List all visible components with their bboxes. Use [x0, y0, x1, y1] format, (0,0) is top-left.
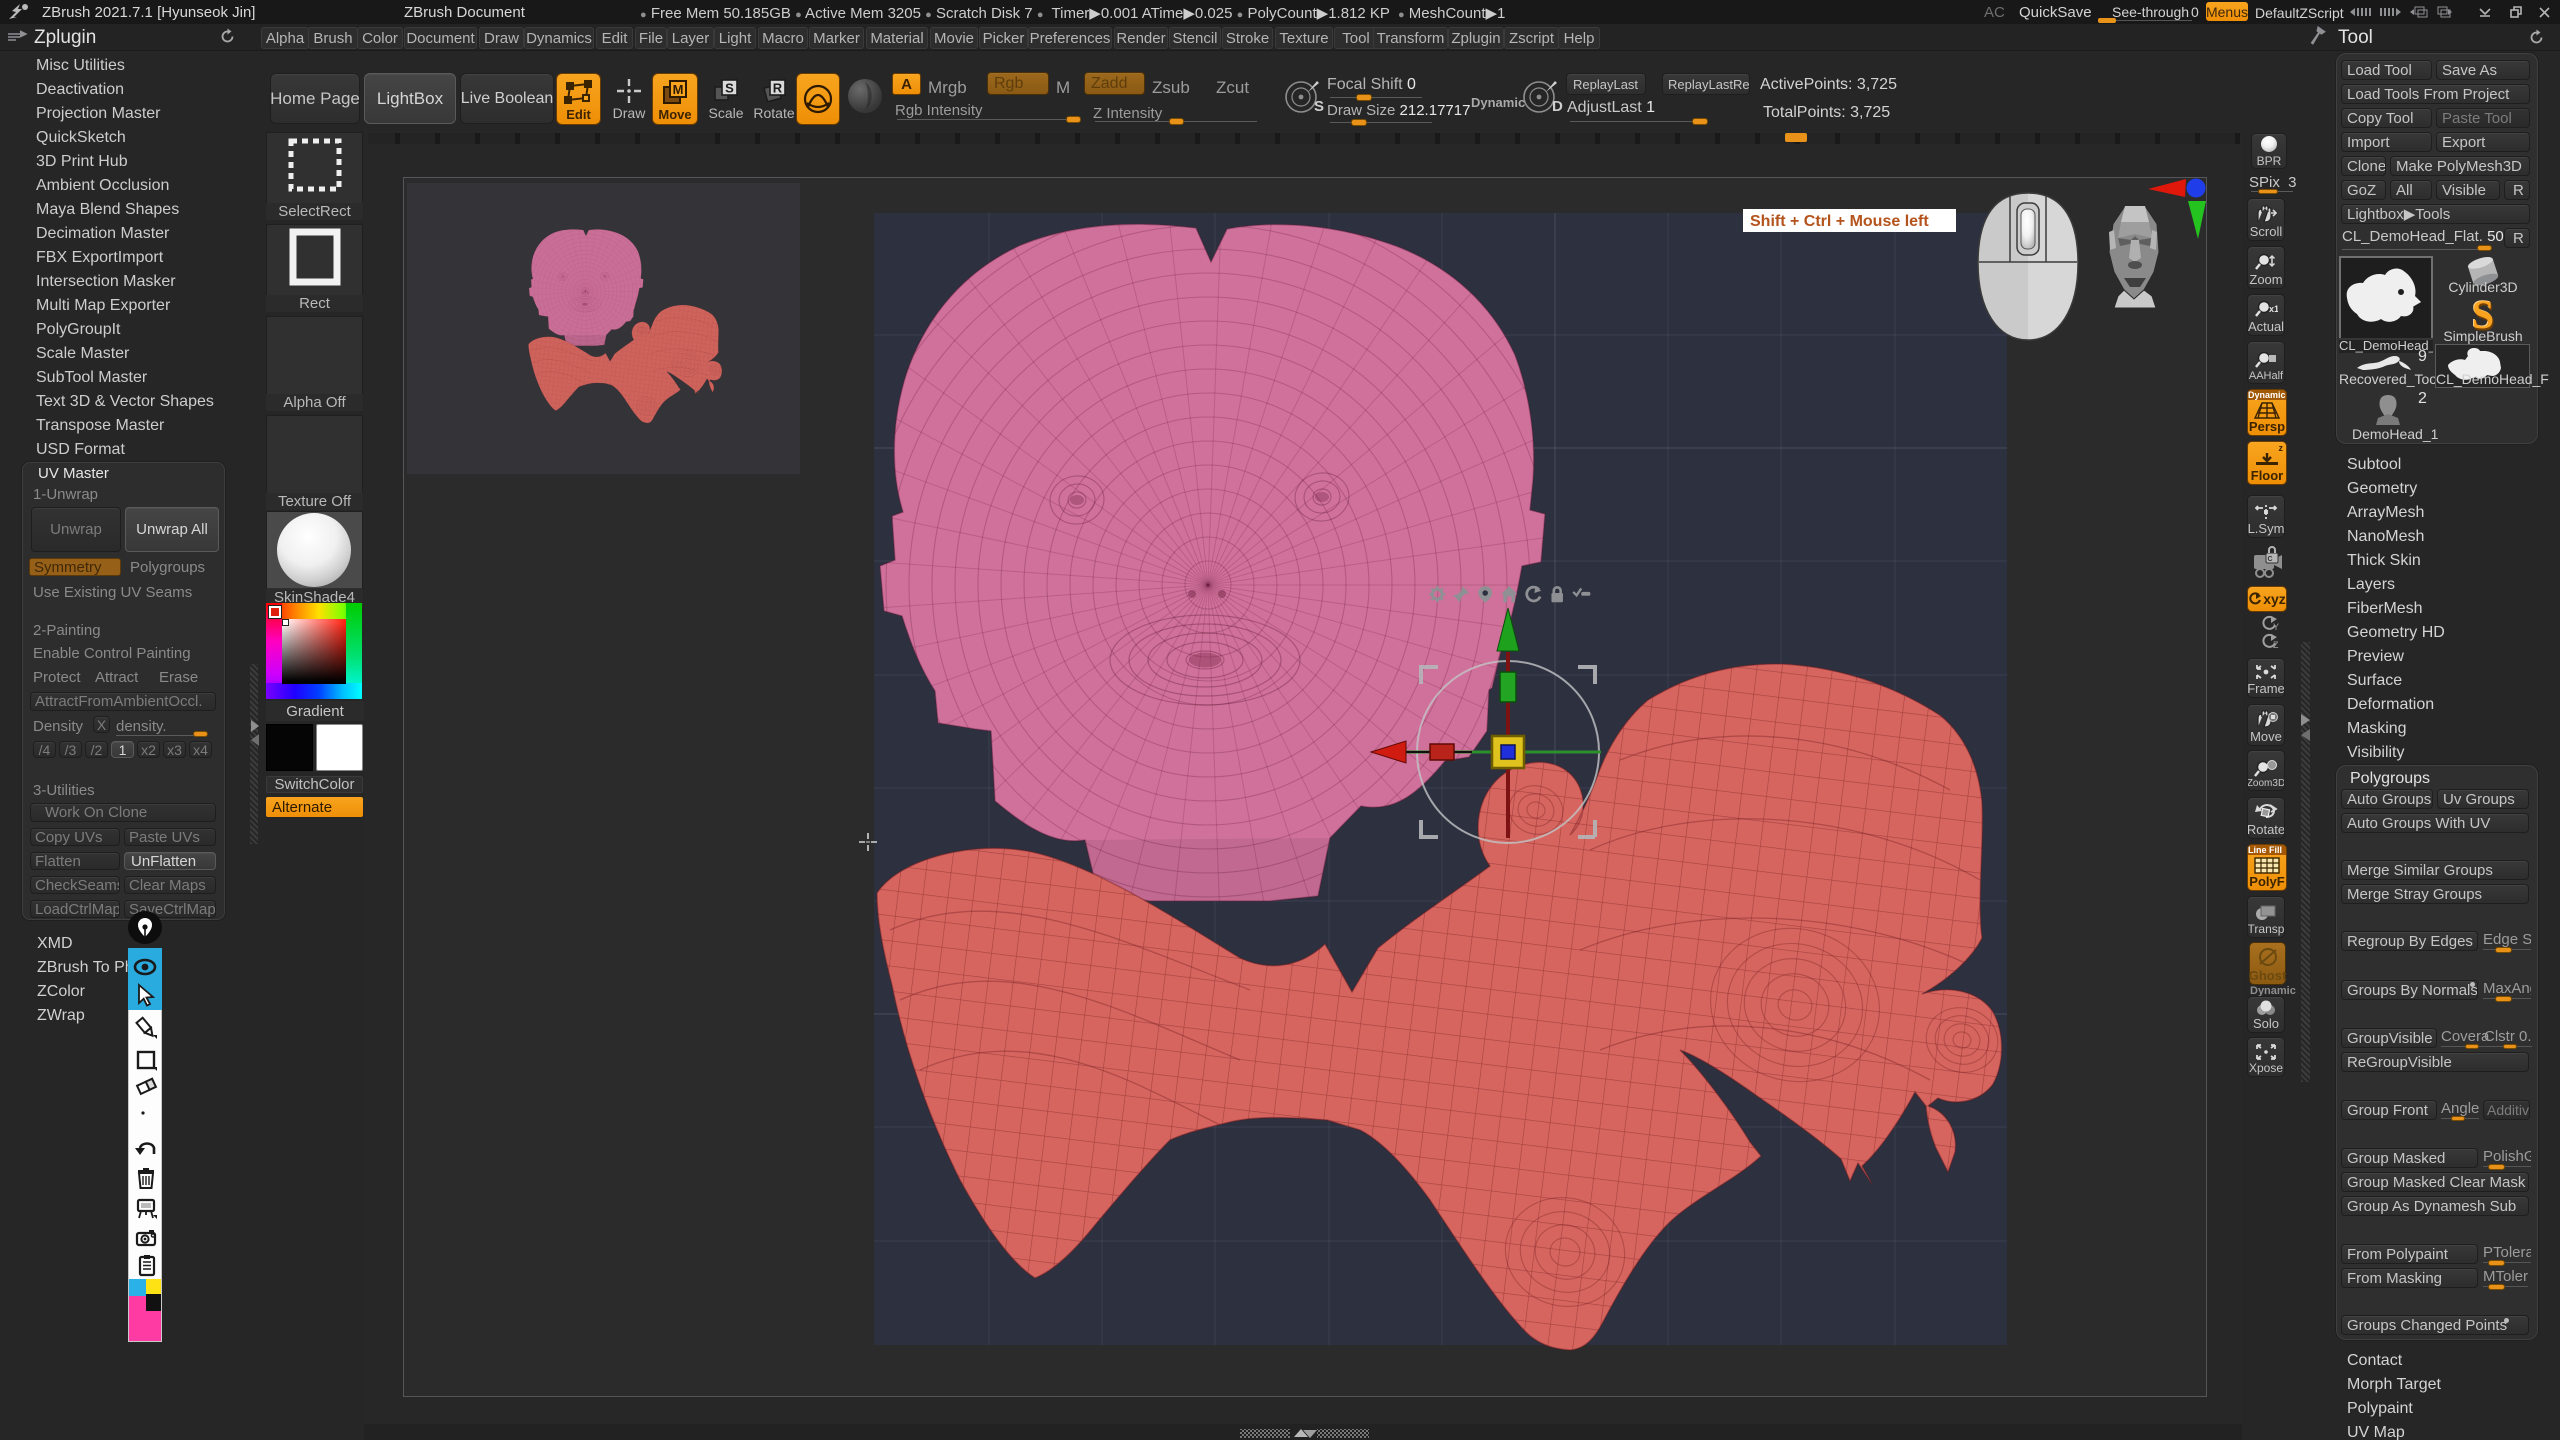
- svg-text:Z: Z: [2273, 640, 2279, 650]
- svg-text:Shift + Ctrl + Mouse left: Shift + Ctrl + Mouse left: [1750, 213, 1929, 230]
- svg-text:R: R: [773, 81, 783, 96]
- svg-text:C: C: [2267, 556, 2272, 563]
- svg-text:S: S: [1314, 98, 1324, 115]
- svg-text:Y: Y: [2273, 622, 2279, 632]
- svg-text:S: S: [725, 81, 734, 96]
- svg-text:M: M: [673, 82, 684, 97]
- svg-text:D: D: [1552, 98, 1563, 115]
- svg-text:x1: x1: [2269, 304, 2278, 314]
